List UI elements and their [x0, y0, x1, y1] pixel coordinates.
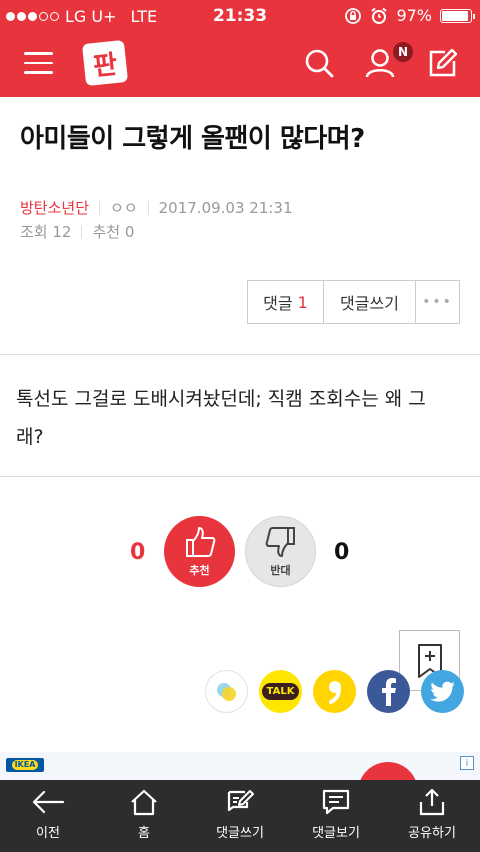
share-icon [419, 788, 445, 816]
post-category-link[interactable]: 방탄소년단 [20, 197, 89, 218]
comment-count-button[interactable]: 댓글 1 [248, 281, 324, 323]
meta-divider [99, 200, 101, 215]
twitter-share-icon[interactable] [421, 670, 464, 713]
more-options-button[interactable]: ••• [416, 281, 459, 323]
back-arrow-icon [32, 790, 65, 814]
downvote-label: 반대 [270, 564, 291, 577]
post-stats: 조회 12 추천 0 [20, 221, 134, 242]
share-button[interactable]: 공유하기 [384, 780, 480, 852]
thumbs-down-icon [265, 527, 295, 557]
pann-logo[interactable]: 판 [81, 39, 129, 87]
battery-fill [442, 10, 469, 21]
menu-icon[interactable] [24, 52, 53, 74]
alarm-clock-icon [371, 7, 388, 24]
upvote-count: 0 [130, 540, 146, 565]
logo-text: 판 [91, 49, 119, 82]
post-body-line: 톡선도 그걸로 도배시켜놨던데; 직캠 조회수는 왜 그 [16, 388, 426, 410]
kakaopage-share-icon[interactable] [313, 670, 356, 713]
bottom-toolbar: 이전 홈 댓글쓰기 댓글보기 공유하기 [0, 780, 480, 852]
facebook-glyph [381, 677, 396, 706]
top-header-block: LG U+ LTE 21:33 97% 판 N [0, 0, 480, 97]
downvote-button[interactable]: 반대 [245, 516, 316, 587]
kakaostory-share-icon[interactable] [205, 670, 248, 713]
app-header: 판 N [0, 32, 480, 97]
write-post-icon[interactable] [425, 46, 459, 80]
battery-icon [440, 8, 475, 23]
post-meta: 방탄소년단 ㅇㅇ 2017.09.03 21:31 [20, 197, 293, 218]
comments-icon [322, 789, 350, 815]
views-count: 12 [52, 222, 72, 241]
downvote-count: 0 [334, 540, 350, 565]
divider [0, 476, 480, 477]
advertisement-banner[interactable]: IKEA i [0, 752, 480, 822]
meta-divider [147, 200, 149, 215]
twitter-bird-glyph [429, 681, 455, 702]
view-comments-label: 댓글보기 [312, 826, 360, 841]
post-action-buttons: 댓글 1 댓글쓰기 ••• [247, 280, 460, 324]
write-comment-tool-label: 댓글쓰기 [216, 826, 264, 841]
facebook-share-icon[interactable] [367, 670, 410, 713]
meta-divider [81, 224, 83, 239]
search-icon[interactable] [302, 46, 336, 80]
battery-percent: 97% [396, 6, 432, 25]
views-label: 조회 [20, 223, 48, 241]
post-body: 톡선도 그걸로 도배시켜놨던데; 직캠 조회수는 왜 그 래? [16, 380, 466, 456]
comment-count: 1 [297, 292, 308, 312]
ikea-logo: IKEA [6, 758, 44, 772]
upvote-label: 추천 [189, 564, 210, 577]
kakaostory-glyph [216, 682, 236, 701]
view-comments-button[interactable]: 댓글보기 [288, 780, 384, 852]
post-datetime: 2017.09.03 21:31 [158, 198, 293, 217]
rotation-lock-icon [345, 7, 362, 24]
ad-brand: IKEA [11, 760, 39, 770]
write-comment-icon [227, 790, 254, 812]
write-comment-button[interactable]: 댓글쓰기 [324, 281, 416, 323]
post-author: ㅇㅇ [110, 199, 138, 217]
post-title: 아미들이 그렇게 올팬이 많다며? [20, 124, 365, 154]
thumbs-up-icon [185, 527, 215, 557]
home-icon [131, 789, 157, 816]
home-button[interactable]: 홈 [96, 780, 192, 852]
ad-info-icon[interactable]: i [460, 756, 474, 770]
upvote-button[interactable]: 추천 [164, 516, 235, 587]
back-label: 이전 [36, 826, 60, 841]
notification-badge: N [392, 41, 414, 63]
comment-label: 댓글 [263, 294, 293, 313]
kakaotalk-label: TALK [261, 683, 300, 700]
home-label: 홈 [138, 826, 150, 841]
status-bar: LG U+ LTE 21:33 97% [0, 0, 480, 32]
comma-glyph [328, 680, 341, 704]
kakaotalk-share-icon[interactable]: TALK [259, 670, 302, 713]
back-button[interactable]: 이전 [0, 780, 96, 852]
recommend-count: 0 [124, 222, 135, 241]
divider [0, 354, 480, 355]
recommend-label: 추천 [92, 223, 121, 241]
share-label: 공유하기 [408, 826, 456, 841]
post-body-line: 래? [16, 426, 44, 448]
write-comment-tool-button[interactable]: 댓글쓰기 [192, 780, 288, 852]
